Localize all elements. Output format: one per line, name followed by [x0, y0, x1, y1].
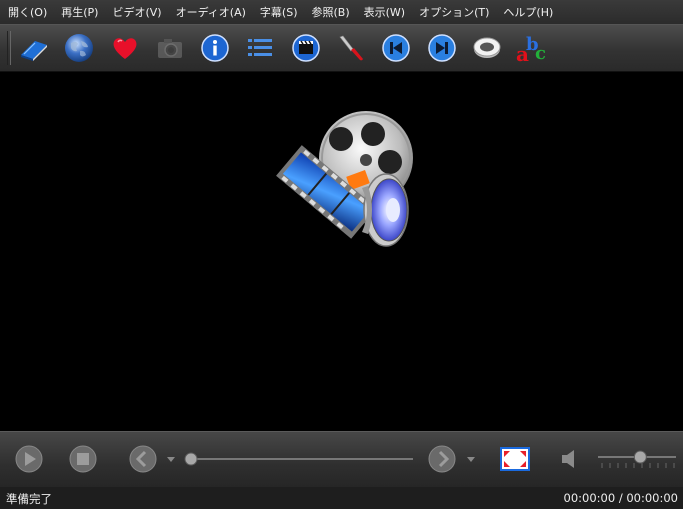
menu-subtitles[interactable]: 字幕(S)	[253, 4, 305, 20]
control-bar	[0, 431, 683, 487]
time-display: 00:00:00 / 00:00:00	[563, 491, 678, 505]
previous-icon	[382, 34, 411, 62]
stop-button[interactable]	[68, 444, 98, 474]
volume-slider-handle[interactable]	[633, 450, 647, 464]
svg-text:c: c	[535, 43, 546, 64]
open-file-icon	[21, 41, 47, 61]
volume-slider[interactable]	[596, 449, 678, 471]
menu-options[interactable]: オプション(T)	[412, 4, 496, 20]
preferences-icon	[339, 35, 364, 61]
preferences-button[interactable]	[334, 31, 368, 65]
next-icon	[427, 34, 456, 62]
menu-browse[interactable]: 参照(B)	[305, 4, 357, 20]
audio-icon	[473, 37, 501, 58]
rewind-menu-arrow[interactable]	[166, 456, 176, 464]
menu-play[interactable]: 再生(P)	[54, 4, 105, 20]
forward-menu-arrow[interactable]	[466, 456, 476, 464]
menu-view[interactable]: 表示(W)	[357, 4, 412, 20]
subtitles-button[interactable]: a b c	[515, 31, 549, 65]
playlist-button[interactable]	[243, 31, 277, 65]
menu-help[interactable]: ヘルプ(H)	[496, 4, 560, 20]
open-url-icon	[65, 34, 94, 62]
status-message: 準備完了	[6, 492, 52, 506]
next-button[interactable]	[425, 31, 459, 65]
menu-video[interactable]: ビデオ(V)	[105, 4, 168, 20]
open-url-button[interactable]	[62, 31, 96, 65]
info-icon	[201, 34, 229, 62]
seek-slider[interactable]	[183, 451, 415, 467]
smplayer-logo	[276, 111, 413, 247]
main-toolbar: a b c	[0, 24, 683, 72]
playlist-icon	[248, 39, 273, 56]
info-button[interactable]	[198, 31, 232, 65]
favorites-icon	[113, 38, 137, 59]
fullscreen-button[interactable]	[500, 444, 530, 474]
mute-button[interactable]	[560, 448, 578, 470]
audio-button[interactable]	[470, 31, 504, 65]
menu-bar: 開く(O) 再生(P) ビデオ(V) オーディオ(A) 字幕(S) 参照(B) …	[0, 0, 683, 24]
forward-button[interactable]	[427, 444, 457, 474]
open-file-button[interactable]	[17, 31, 51, 65]
menu-audio[interactable]: オーディオ(A)	[169, 4, 253, 20]
rewind-button[interactable]	[128, 444, 158, 474]
play-button[interactable]	[14, 444, 44, 474]
status-bar: 準備完了 00:00:00 / 00:00:00	[0, 487, 683, 509]
screenshot-button	[153, 31, 187, 65]
previous-button[interactable]	[379, 31, 413, 65]
screenshot-icon	[157, 39, 182, 58]
video-equalizer-icon	[292, 34, 320, 62]
subtitles-icon: a b c	[516, 34, 546, 65]
video-equalizer-button[interactable]	[289, 31, 323, 65]
toolbar-grip[interactable]	[7, 31, 11, 65]
menu-open[interactable]: 開く(O)	[0, 4, 54, 20]
seek-slider-handle[interactable]	[184, 452, 198, 466]
favorites-button[interactable]	[108, 31, 142, 65]
